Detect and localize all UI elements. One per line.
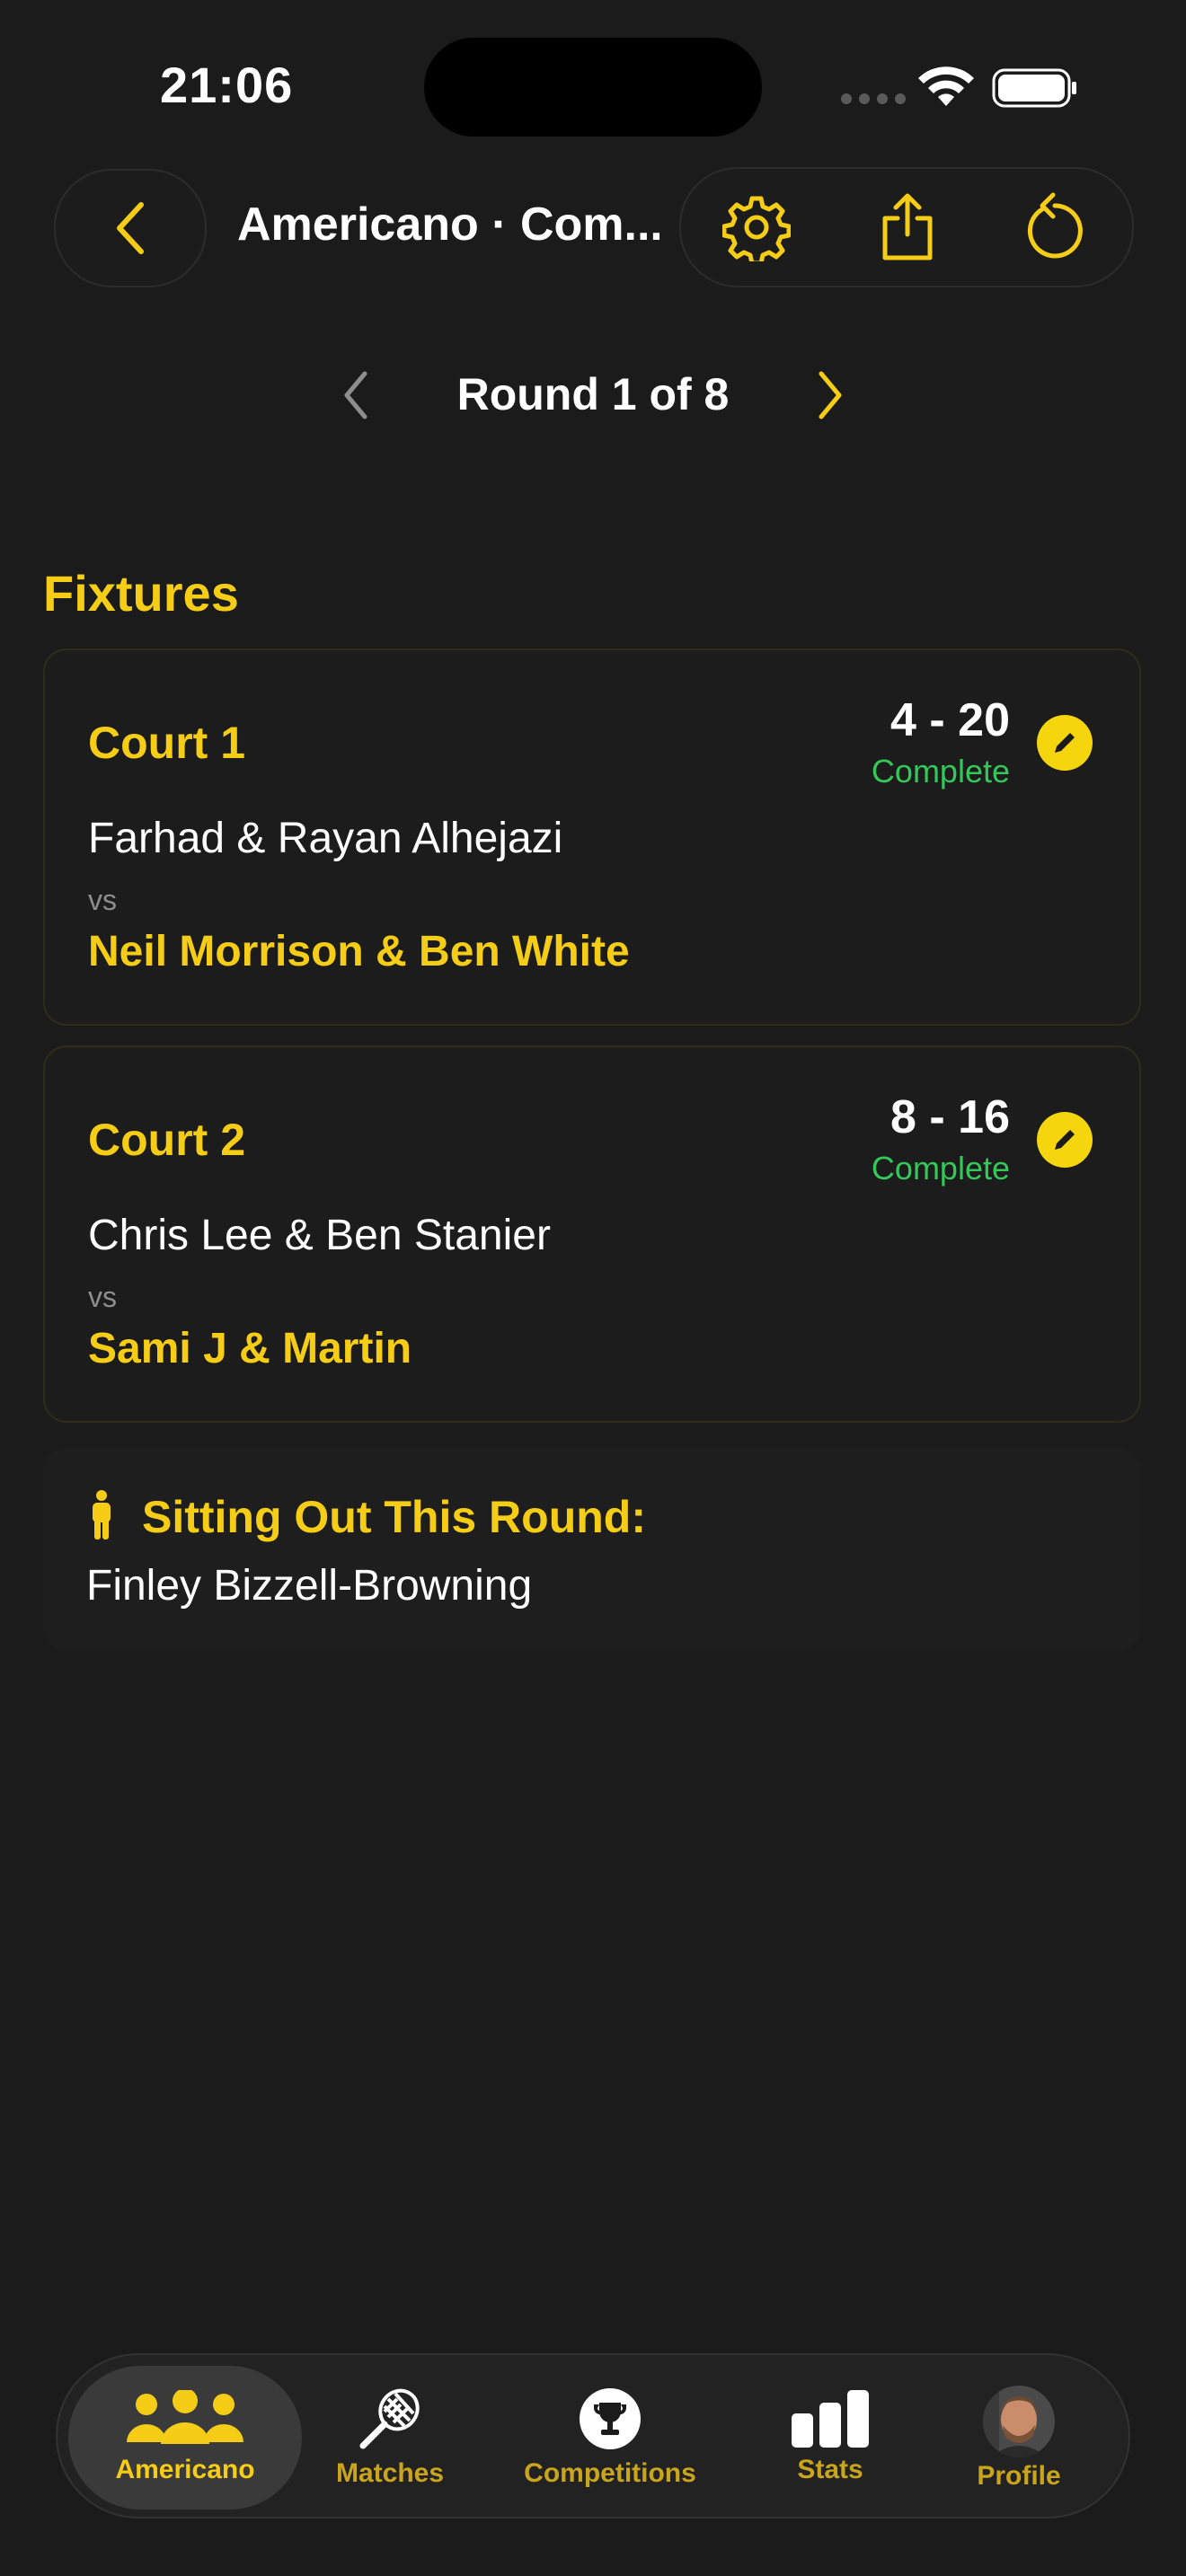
header-actions [679,167,1134,287]
tab-matches[interactable]: Matches [327,2355,453,2520]
cellular-signal-icon [841,93,906,104]
court-label: Court 2 [88,1115,245,1165]
fixture-card: Court 2 8 - 16 Complete Chris Lee & Ben … [43,1045,1141,1423]
tab-label: Matches [335,2458,445,2488]
section-title: Fixtures [43,565,239,622]
edit-score-button[interactable] [1037,715,1093,771]
gear-icon [722,196,791,261]
tab-label: Competitions [524,2458,696,2488]
sitting-out-title: Sitting Out This Round: [142,1492,646,1542]
status-label: Complete [871,753,1010,790]
chevron-left-icon [344,371,367,419]
score: 8 - 16 [890,1091,1010,1143]
bar-chart-icon [792,2390,869,2448]
team-one: Farhad & Rayan Alhejazi [88,815,563,862]
status-time: 21:06 [160,57,294,113]
battery-icon [992,68,1076,108]
racket-icon [359,2388,420,2449]
avatar [983,2386,1055,2457]
sitting-out-player: Finley Bizzell-Browning [86,1562,533,1610]
dynamic-island [424,38,762,137]
tab-stats[interactable]: Stats [776,2355,884,2520]
score: 4 - 20 [890,694,1010,746]
tab-label: Americano [115,2455,255,2484]
tab-bar: Americano Matches Competitions Stats Pro… [56,2353,1130,2519]
round-label: Round 1 of 8 [456,369,730,419]
tab-label: Profile [977,2461,1061,2491]
wifi-icon [918,66,974,106]
vs-label: vs [88,884,117,916]
tab-americano[interactable]: Americano [68,2366,302,2510]
team-one: Chris Lee & Ben Stanier [88,1212,551,1259]
sitting-out-card: Sitting Out This Round: Finley Bizzell-B… [43,1448,1141,1651]
page-title: Americano · Com... [237,198,659,251]
people-icon [127,2390,243,2444]
tab-label: Stats [797,2455,863,2484]
back-button[interactable] [54,169,207,287]
team-two: Neil Morrison & Ben White [88,928,630,975]
vs-label: vs [88,1281,117,1313]
court-label: Court 1 [88,718,245,768]
previous-round-button[interactable] [331,366,381,424]
pencil-icon [1055,733,1075,753]
pencil-icon [1055,1130,1075,1150]
settings-button[interactable] [703,169,810,286]
fixture-card: Court 1 4 - 20 Complete Farhad & Rayan A… [43,648,1141,1026]
team-two: Sami J & Martin [88,1325,412,1372]
person-icon [93,1490,111,1539]
share-icon [882,193,933,260]
chevron-right-icon [819,371,842,419]
trophy-icon [580,2388,641,2449]
edit-score-button[interactable] [1037,1112,1093,1168]
status-label: Complete [871,1150,1010,1187]
chevron-left-icon [117,202,144,254]
share-button[interactable] [854,169,961,286]
tab-profile[interactable]: Profile [956,2355,1082,2520]
reset-icon [1027,192,1083,259]
reset-button[interactable] [1001,169,1109,286]
tab-competitions[interactable]: Competitions [507,2355,713,2520]
next-round-button[interactable] [805,366,855,424]
